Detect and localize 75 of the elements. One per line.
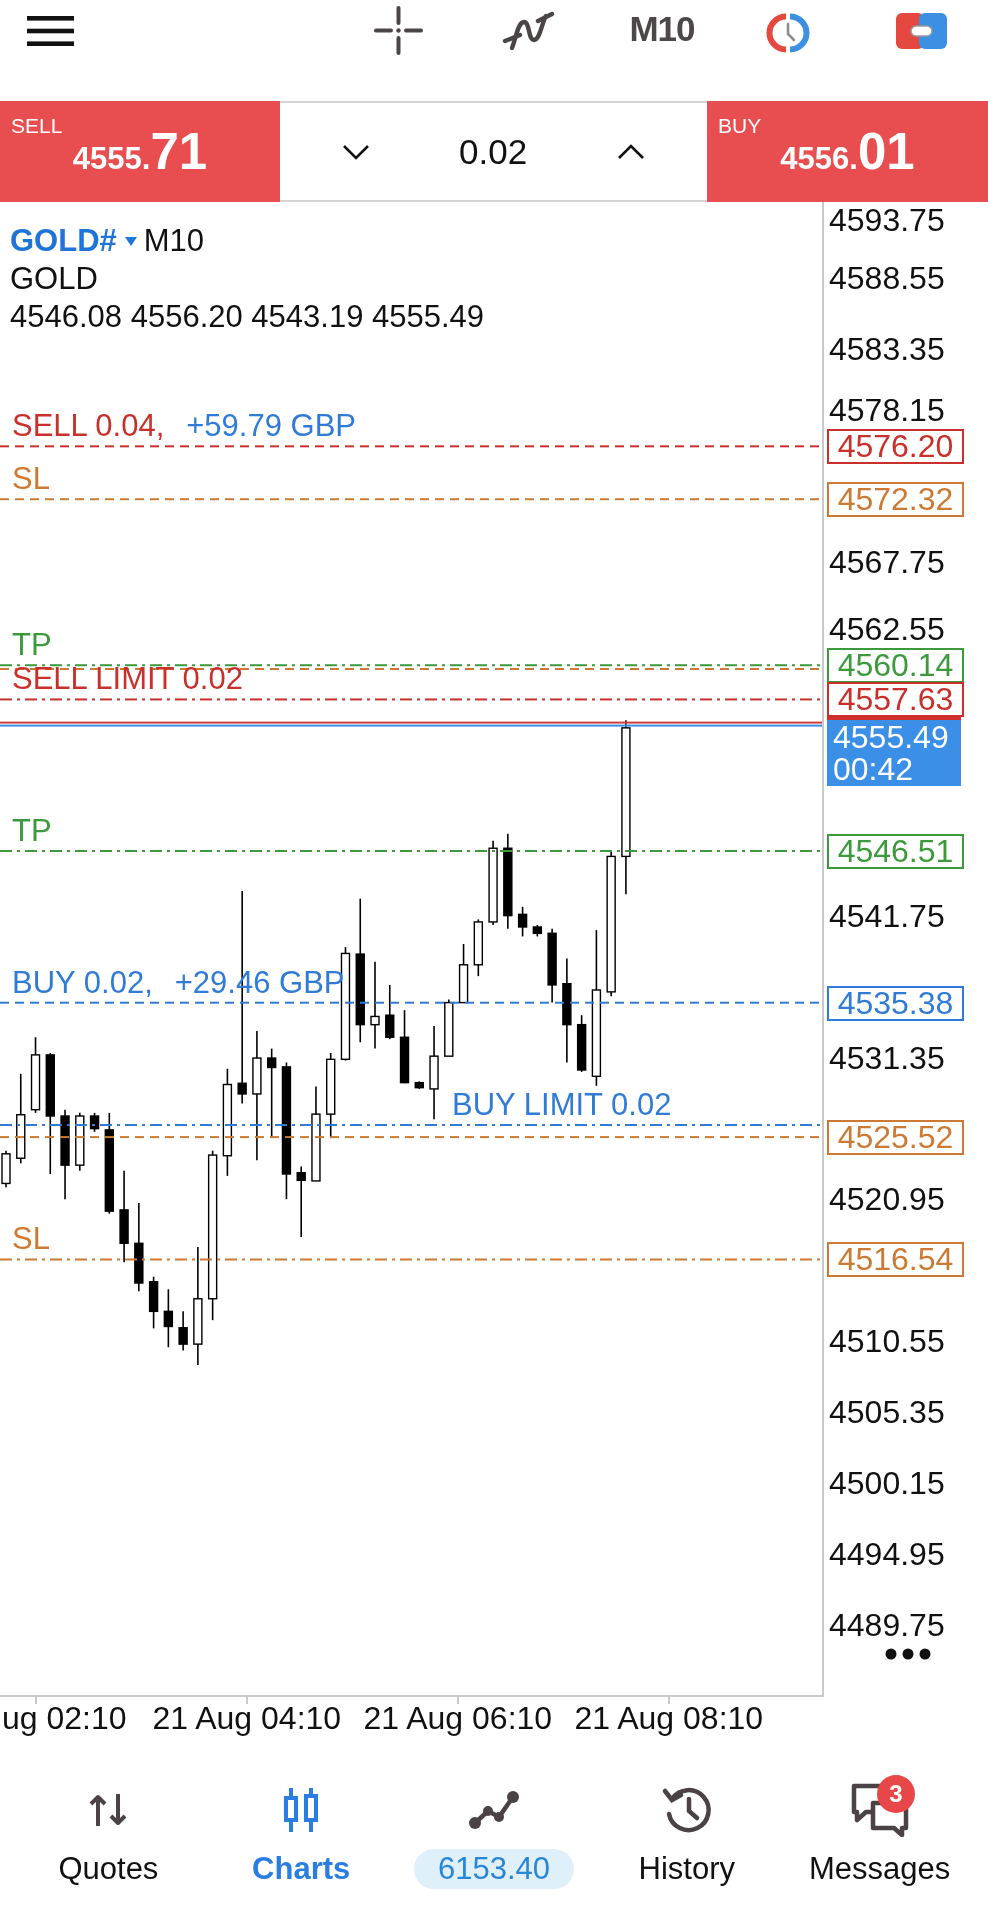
price-axis-label: 4531.35 xyxy=(829,1039,945,1076)
nav-tab[interactable]: History xyxy=(638,1774,735,1888)
crosshair-icon[interactable] xyxy=(374,6,423,55)
order-label: BUY 0.02, xyxy=(12,964,153,1001)
candle xyxy=(444,998,454,1057)
price-tag: 4572.32 xyxy=(827,482,964,518)
price-axis-label: 4593.75 xyxy=(829,202,945,238)
profit-label: +59.79 GBP xyxy=(186,408,356,445)
order-label: TP xyxy=(12,813,52,849)
price-tag: 4535.38 xyxy=(827,985,964,1021)
price-axis-label: 4489.75 xyxy=(829,1606,945,1643)
candle xyxy=(458,943,469,1004)
candle xyxy=(1,1149,11,1188)
price-axis-label: 4562.55 xyxy=(829,611,945,648)
order-label: SELL LIMIT 0.02 xyxy=(12,661,243,698)
candle xyxy=(532,924,543,938)
price-tag: 4546.51 xyxy=(827,834,964,869)
price-axis-label: 4567.75 xyxy=(829,543,945,580)
price-tag: 4516.54 xyxy=(827,1242,964,1278)
nav-tab[interactable]: Quotes xyxy=(58,1774,159,1888)
candle xyxy=(89,1112,100,1133)
candle xyxy=(385,984,395,1040)
price-axis-label: 4500.15 xyxy=(829,1464,945,1501)
price-axis-label: 4510.55 xyxy=(829,1323,945,1360)
time-axis-label: ug 02:10 xyxy=(2,1699,127,1737)
price-tag: 4560.14 xyxy=(827,648,964,684)
timeframe-button[interactable]: M10 xyxy=(627,4,697,53)
time-axis-label: 21 Aug 08:10 xyxy=(574,1699,764,1737)
price-tag: 4557.63 xyxy=(827,682,964,718)
price-axis-label: 4505.35 xyxy=(829,1394,945,1430)
order-label: SELL 0.04, xyxy=(12,408,165,445)
line-chart-icon xyxy=(468,1790,520,1830)
timeframe-label: M10 xyxy=(143,223,205,259)
ohlc-values: 4546.08 4556.20 4543.19 4555.49 xyxy=(10,299,485,335)
time-axis-label: 21 Aug 04:10 xyxy=(152,1699,342,1737)
price-axis-label: 4583.35 xyxy=(829,330,945,367)
price-axis-label: 4588.55 xyxy=(829,260,945,296)
nav-tab[interactable]: Messages 3 xyxy=(808,1774,951,1888)
price-axis-label: 4494.95 xyxy=(829,1535,945,1572)
clock-icon[interactable] xyxy=(766,13,810,53)
nav-tab[interactable]: Charts xyxy=(252,1774,351,1888)
menu-icon[interactable] xyxy=(27,16,74,46)
more-icon[interactable] xyxy=(885,1648,931,1660)
chevron-down-icon[interactable] xyxy=(342,143,370,160)
candle xyxy=(163,1288,174,1349)
volume-value[interactable]: 0.02 xyxy=(459,131,525,172)
notification-badge: 3 xyxy=(876,1775,915,1813)
price-axis-label: 4520.95 xyxy=(829,1181,945,1218)
current-price: 4555.49 xyxy=(833,720,950,753)
candle xyxy=(473,918,483,977)
symbol-description: GOLD xyxy=(10,261,98,297)
candle xyxy=(75,1112,85,1172)
symbol-name[interactable]: GOLD# xyxy=(10,223,117,259)
buy-button[interactable]: BUY 4556.01 xyxy=(707,101,988,202)
caret-icon[interactable] xyxy=(124,236,137,246)
candle xyxy=(576,1014,587,1073)
order-label: SL xyxy=(12,1221,50,1258)
bar-countdown: 00:42 xyxy=(833,752,915,785)
price-tag: 4525.52 xyxy=(827,1120,964,1156)
price-axis-label: 4541.75 xyxy=(829,897,945,934)
arrows-up-down-icon xyxy=(88,1793,129,1827)
history-icon xyxy=(660,1785,713,1835)
order-label: BUY LIMIT 0.02 xyxy=(452,1087,672,1123)
toggle-icon[interactable] xyxy=(896,13,947,49)
candle xyxy=(178,1310,188,1352)
order-label: SL xyxy=(12,461,50,498)
price-axis-label: 4578.15 xyxy=(829,392,945,429)
candle xyxy=(517,906,528,938)
sell-button[interactable]: SELL 4555.71 xyxy=(0,101,280,202)
chevron-up-icon[interactable] xyxy=(617,143,645,160)
candle xyxy=(148,1275,159,1330)
time-axis-label: 21 Aug 06:10 xyxy=(363,1699,553,1737)
order-label: TP xyxy=(12,627,52,664)
price-tag: 4576.20 xyxy=(827,429,964,465)
candle xyxy=(414,1080,424,1090)
